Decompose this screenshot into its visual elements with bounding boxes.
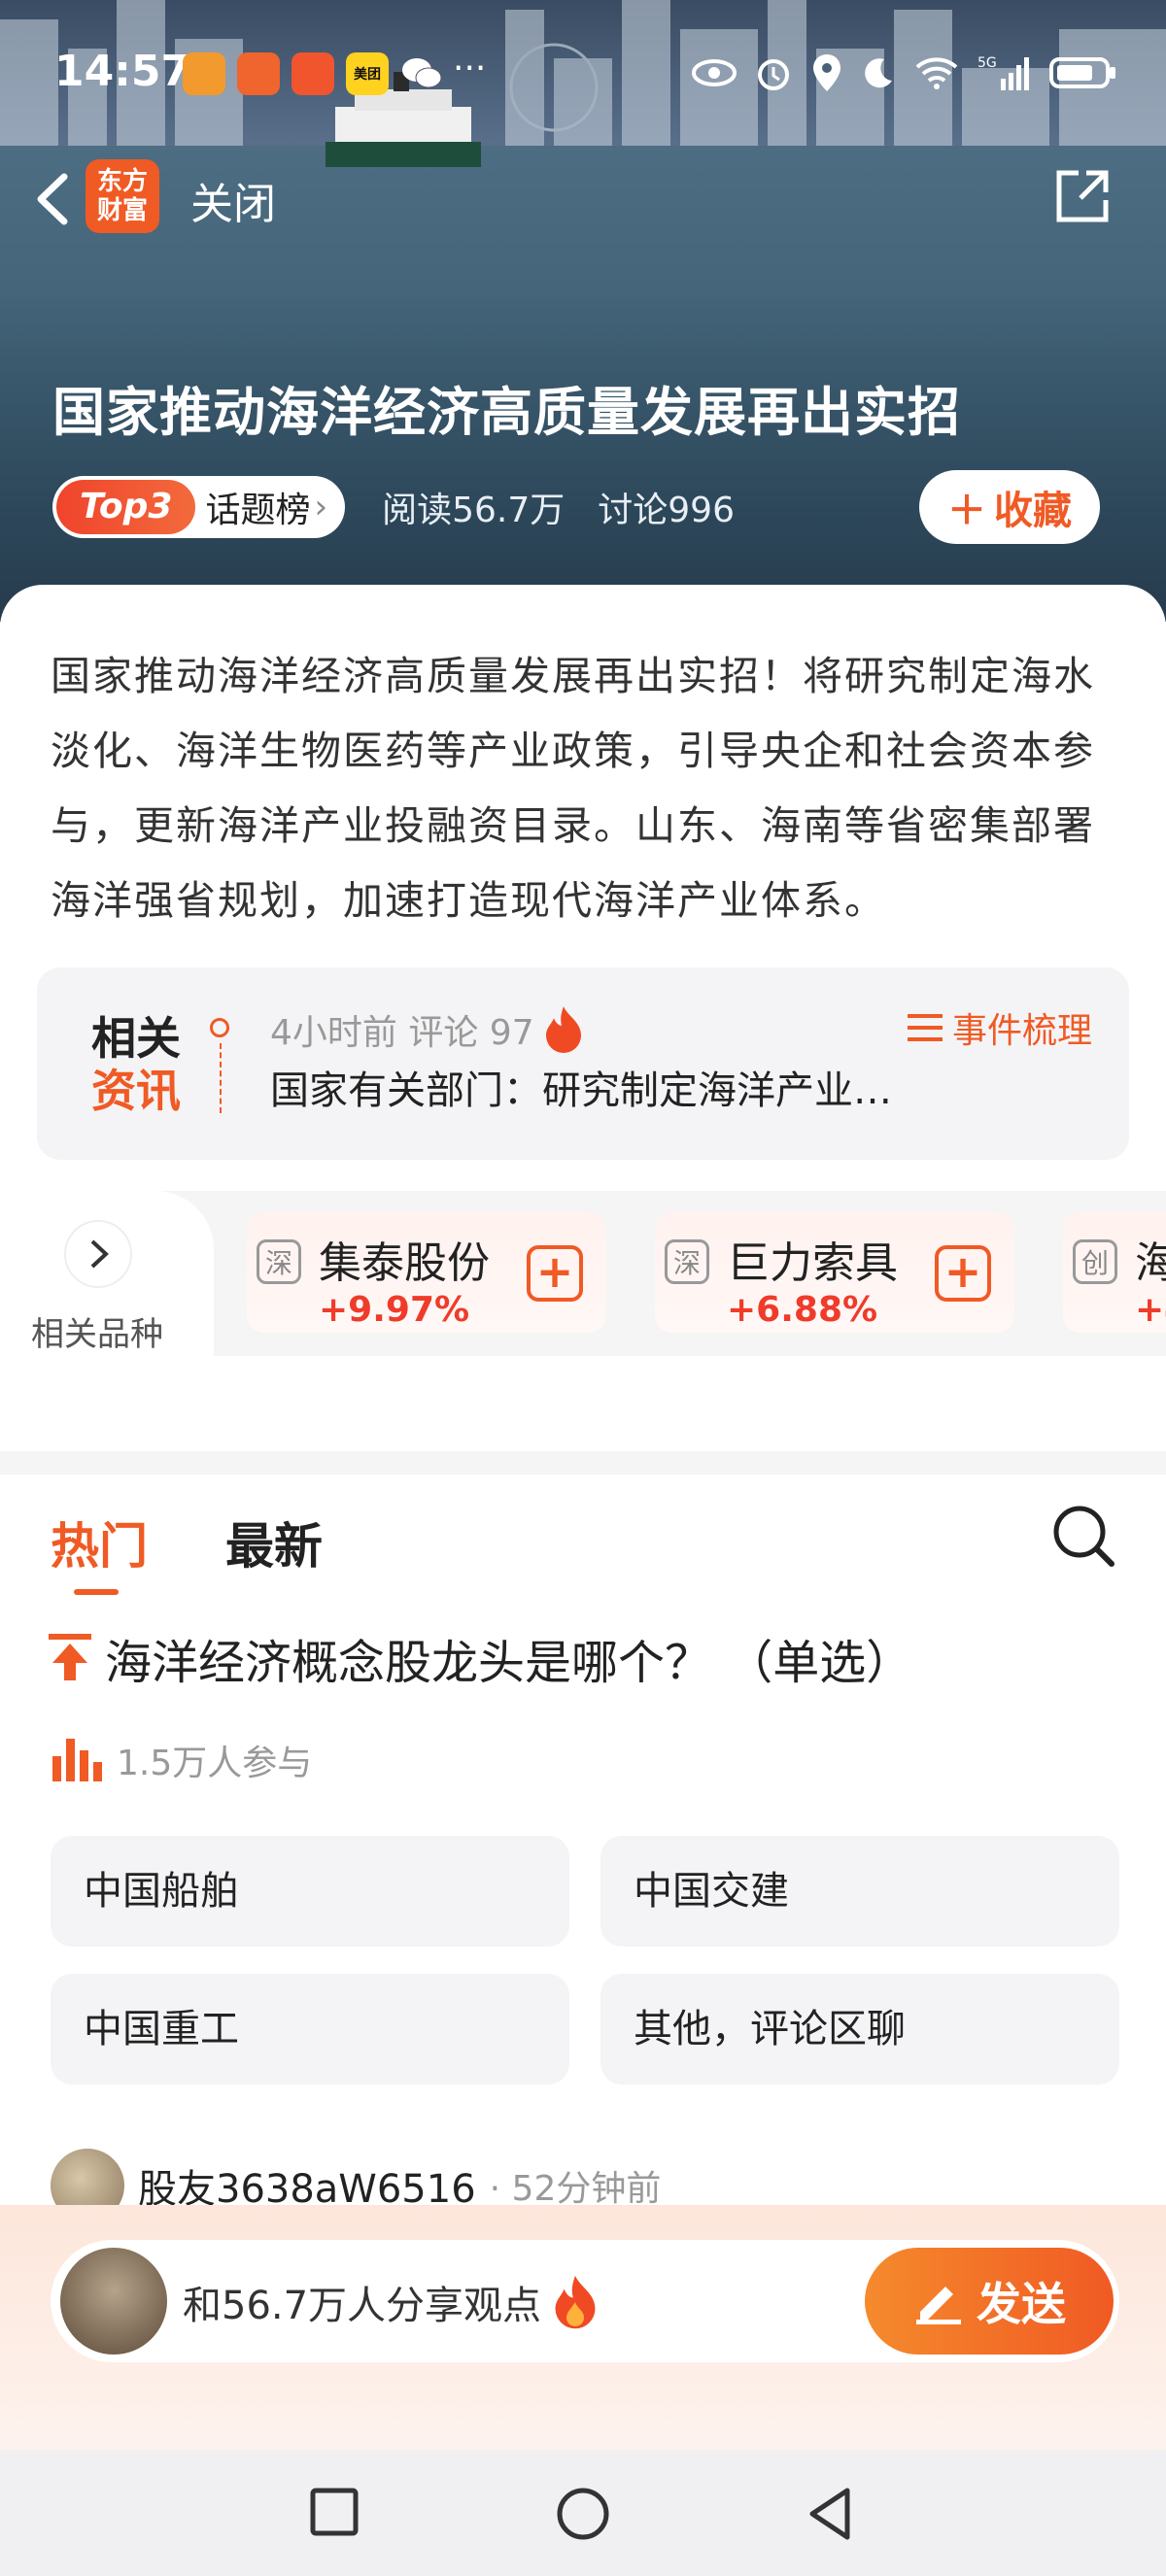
- recents-icon[interactable]: [307, 2485, 361, 2539]
- plus-icon: ＋: [947, 489, 986, 533]
- market-badge: 创: [1073, 1239, 1117, 1284]
- related-stocks-label: 相关品种: [31, 1315, 163, 1354]
- related-news-card[interactable]: 相关 资讯 4小时前 评论 97 国家有关部门：研究制定海洋产业… 事件梳理: [37, 967, 1129, 1160]
- stock-name: 巨力索具: [727, 1238, 898, 1288]
- back-icon[interactable]: [23, 165, 82, 233]
- poll-option[interactable]: 其他，评论区聊: [600, 1974, 1119, 2085]
- comment-composer-bar: 和56.7万人分享观点 发送: [0, 2205, 1166, 2450]
- discussion-count: 讨论996: [598, 491, 735, 530]
- send-label: 发送: [977, 2278, 1066, 2330]
- comment-input[interactable]: 和56.7万人分享观点 发送: [51, 2240, 1119, 2362]
- stock-card[interactable]: 创 海 +4: [1063, 1212, 1166, 1333]
- status-bar: 14:57 美团 ··· 5G: [0, 41, 1166, 109]
- stock-card[interactable]: 深 集泰股份 +9.97% +: [247, 1212, 606, 1333]
- stock-change: +9.97%: [319, 1290, 470, 1330]
- poll-question: 海洋经济概念股龙头是哪个？ （单选）: [49, 1624, 912, 1692]
- stock-name: 海: [1135, 1238, 1166, 1288]
- related-stocks-tab[interactable]: 相关品种: [0, 1191, 214, 1356]
- signal-icon: 5G: [977, 55, 1029, 90]
- list-icon: [907, 1014, 943, 1041]
- topic-meta: Top3 话题榜 › 阅读56.7万 讨论996: [52, 476, 735, 538]
- app-notification-icon: [292, 52, 334, 95]
- search-icon[interactable]: [1049, 1502, 1117, 1570]
- stock-change: +4: [1135, 1290, 1166, 1330]
- comment-placeholder[interactable]: 和56.7万人分享观点: [183, 2273, 600, 2331]
- timeline-dot: [210, 1018, 229, 1037]
- app-logo[interactable]: 东方 财富: [86, 159, 159, 233]
- home-icon[interactable]: [554, 2485, 612, 2543]
- news-title[interactable]: 国家有关部门：研究制定海洋产业…: [270, 1059, 892, 1115]
- poll-question-text: 海洋经济概念股龙头是哪个？ （单选）: [105, 1636, 913, 1690]
- add-watchlist-button[interactable]: +: [527, 1245, 583, 1302]
- wifi-icon: [915, 57, 958, 89]
- system-icons: 5G: [692, 52, 1117, 93]
- summary-text: 国家推动海洋经济高质量发展再出实招！将研究制定海水淡化、海洋生物医药等产业政策，…: [51, 653, 1095, 924]
- topic-title: 国家推动海洋经济高质量发展再出实招: [52, 382, 961, 443]
- event-timeline-link[interactable]: 事件梳理: [906, 1002, 1092, 1053]
- add-watchlist-button[interactable]: +: [935, 1245, 991, 1302]
- timeline-line: [220, 1043, 222, 1113]
- market-badge: 深: [257, 1239, 301, 1284]
- rank-badge: Top3: [56, 480, 196, 534]
- bar-chart-icon: [52, 1739, 102, 1781]
- share-icon[interactable]: [1051, 165, 1114, 227]
- notification-icons: 美团: [183, 52, 443, 95]
- send-button[interactable]: 发送: [865, 2248, 1114, 2355]
- alarm-icon: [758, 59, 789, 90]
- favorite-button[interactable]: ＋ 收藏: [919, 470, 1100, 544]
- read-count: 阅读56.7万: [382, 491, 566, 530]
- tab-hot[interactable]: 热门: [51, 1508, 148, 1595]
- more-notifications: ···: [453, 49, 487, 88]
- market-badge: 深: [665, 1239, 709, 1284]
- poll-participants: 1.5万人参与: [51, 1735, 312, 1785]
- wechat-icon: [400, 52, 443, 95]
- topic-stats: 阅读56.7万 讨论996: [382, 482, 735, 532]
- system-navigation-bar: [0, 2450, 1166, 2576]
- eye-icon: [692, 59, 737, 86]
- nav-bar: 东方 财富 关闭: [0, 155, 1166, 243]
- pin-top-icon: [49, 1634, 91, 1680]
- stock-change: +6.88%: [727, 1290, 878, 1330]
- topic-rank-link[interactable]: Top3 话题榜 ›: [52, 476, 346, 538]
- comment-time: · 52分钟前: [489, 2169, 662, 2209]
- related-stocks: 深 集泰股份 +9.97% + 深 巨力索具 +6.88% + 创 海 +4 相…: [0, 1191, 1166, 1356]
- tag-line-2: 资讯: [91, 1065, 181, 1117]
- fire-icon: [545, 1006, 581, 1053]
- avatar: [60, 2248, 167, 2355]
- close-button[interactable]: 关闭: [190, 169, 276, 231]
- status-time: 14:57: [54, 47, 191, 96]
- location-icon: [813, 54, 840, 91]
- moon-icon: [865, 58, 892, 88]
- battery-icon: [1049, 57, 1115, 88]
- stock-card[interactable]: 深 巨力索具 +6.88% +: [655, 1212, 1014, 1333]
- back-nav-icon[interactable]: [803, 2485, 857, 2543]
- fire-icon: [555, 2275, 596, 2329]
- poll-option[interactable]: 中国船舶: [51, 1836, 569, 1947]
- hero-shade: [0, 291, 1166, 622]
- event-label: 事件梳理: [951, 1011, 1092, 1051]
- comment-tabs: 热门 最新: [51, 1508, 323, 1595]
- meituan-icon: 美团: [346, 52, 389, 95]
- chevron-right-icon[interactable]: [64, 1220, 132, 1288]
- section-divider: [0, 1451, 1166, 1474]
- tag-line-1: 相关: [91, 1012, 181, 1065]
- pen-icon: [916, 2287, 961, 2324]
- stock-name: 集泰股份: [319, 1238, 490, 1288]
- tab-latest[interactable]: 最新: [225, 1508, 323, 1577]
- rank-label: 话题榜: [205, 491, 311, 530]
- svg-text:5G: 5G: [977, 55, 997, 71]
- related-news-tag: 相关 资讯: [91, 1012, 181, 1117]
- placeholder-text: 和56.7万人分享观点: [183, 2284, 542, 2328]
- app-notification-icon: [237, 52, 280, 95]
- participants-text: 1.5万人参与: [117, 1744, 313, 1783]
- news-meta-text: 4小时前 评论 97: [270, 1013, 534, 1053]
- topic-summary: 国家推动海洋经济高质量发展再出实招！将研究制定海水淡化、海洋生物医药等产业政策，…: [0, 585, 1166, 944]
- poll-option[interactable]: 中国交建: [600, 1836, 1119, 1947]
- app-notification-icon: [183, 52, 225, 95]
- poll-option[interactable]: 中国重工: [51, 1974, 569, 2085]
- news-meta: 4小时前 评论 97: [270, 1004, 585, 1055]
- favorite-label: 收藏: [994, 489, 1072, 533]
- chevron-right-icon: ›: [314, 488, 328, 526]
